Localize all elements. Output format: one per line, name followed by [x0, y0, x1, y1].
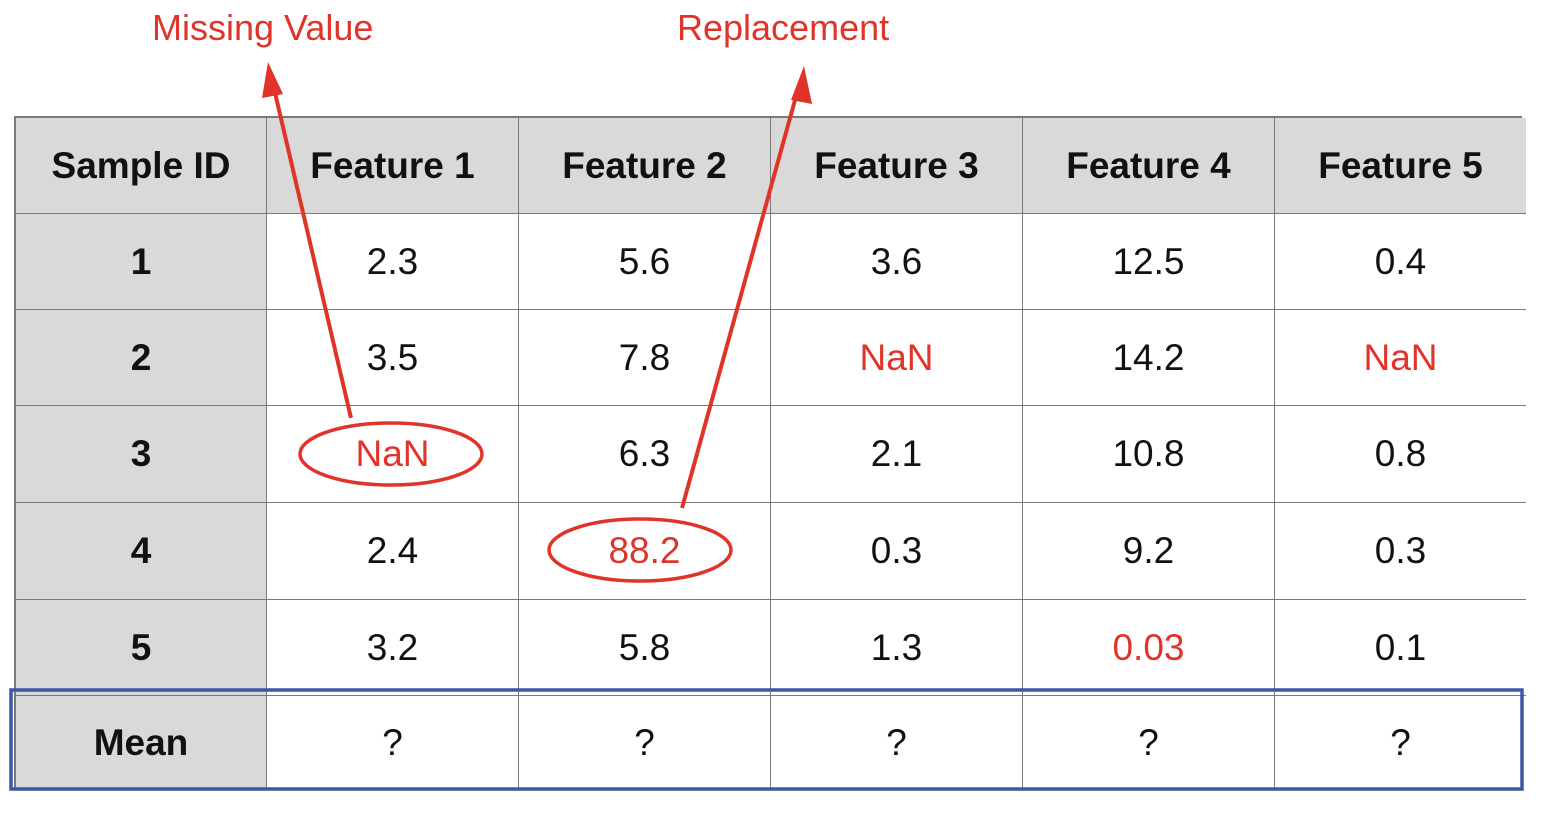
feature-table: Sample ID Feature 1 Feature 2 Feature 3 Feat… [14, 116, 1526, 790]
value-cell: 3.2 [267, 600, 519, 696]
mean-value-cell: ? [1275, 696, 1526, 790]
replacement-label: Replacement [677, 7, 890, 48]
value-cell: 0.4 [1275, 214, 1526, 310]
value-cell: 12.5 [1023, 214, 1275, 310]
column-header: Feature 1 [267, 118, 519, 214]
highlighted-value-cell: NaN [267, 406, 519, 503]
value-cell: 5.8 [519, 600, 771, 696]
value-cell: 14.2 [1023, 310, 1275, 406]
value-cell: 2.1 [771, 406, 1023, 503]
column-header: Feature 4 [1023, 118, 1275, 214]
column-header: Sample ID [16, 118, 267, 214]
value-cell: 10.8 [1023, 406, 1275, 503]
value-cell: 3.6 [771, 214, 1023, 310]
sample-id-cell: 5 [16, 600, 267, 696]
column-header: Feature 5 [1275, 118, 1526, 214]
mean-value-cell: ? [1023, 696, 1275, 790]
value-cell: 5.6 [519, 214, 771, 310]
sample-id-cell: 4 [16, 503, 267, 600]
value-cell: 9.2 [1023, 503, 1275, 600]
mean-value-cell: ? [771, 696, 1023, 790]
highlighted-value-cell: NaN [771, 310, 1023, 406]
sample-id-cell: 3 [16, 406, 267, 503]
highlighted-value-cell: NaN [1275, 310, 1526, 406]
value-cell: 7.8 [519, 310, 771, 406]
column-header: Feature 2 [519, 118, 771, 214]
value-cell: 0.3 [1275, 503, 1526, 600]
value-cell: 0.3 [771, 503, 1023, 600]
missing-value-arrowhead [262, 62, 283, 98]
value-cell: 0.1 [1275, 600, 1526, 696]
value-cell: 2.3 [267, 214, 519, 310]
sample-id-cell: 1 [16, 214, 267, 310]
mean-label-cell: Mean [16, 696, 267, 790]
sample-id-cell: 2 [16, 310, 267, 406]
column-header: Feature 3 [771, 118, 1023, 214]
mean-value-cell: ? [267, 696, 519, 790]
replacement-arrowhead [791, 66, 812, 104]
value-cell: 0.8 [1275, 406, 1526, 503]
value-cell: 3.5 [267, 310, 519, 406]
value-cell: 1.3 [771, 600, 1023, 696]
highlighted-value-cell: 88.2 [519, 503, 771, 600]
highlighted-value-cell: 0.03 [1023, 600, 1275, 696]
value-cell: 6.3 [519, 406, 771, 503]
mean-value-cell: ? [519, 696, 771, 790]
value-cell: 2.4 [267, 503, 519, 600]
missing-value-label: Missing Value [152, 7, 374, 48]
